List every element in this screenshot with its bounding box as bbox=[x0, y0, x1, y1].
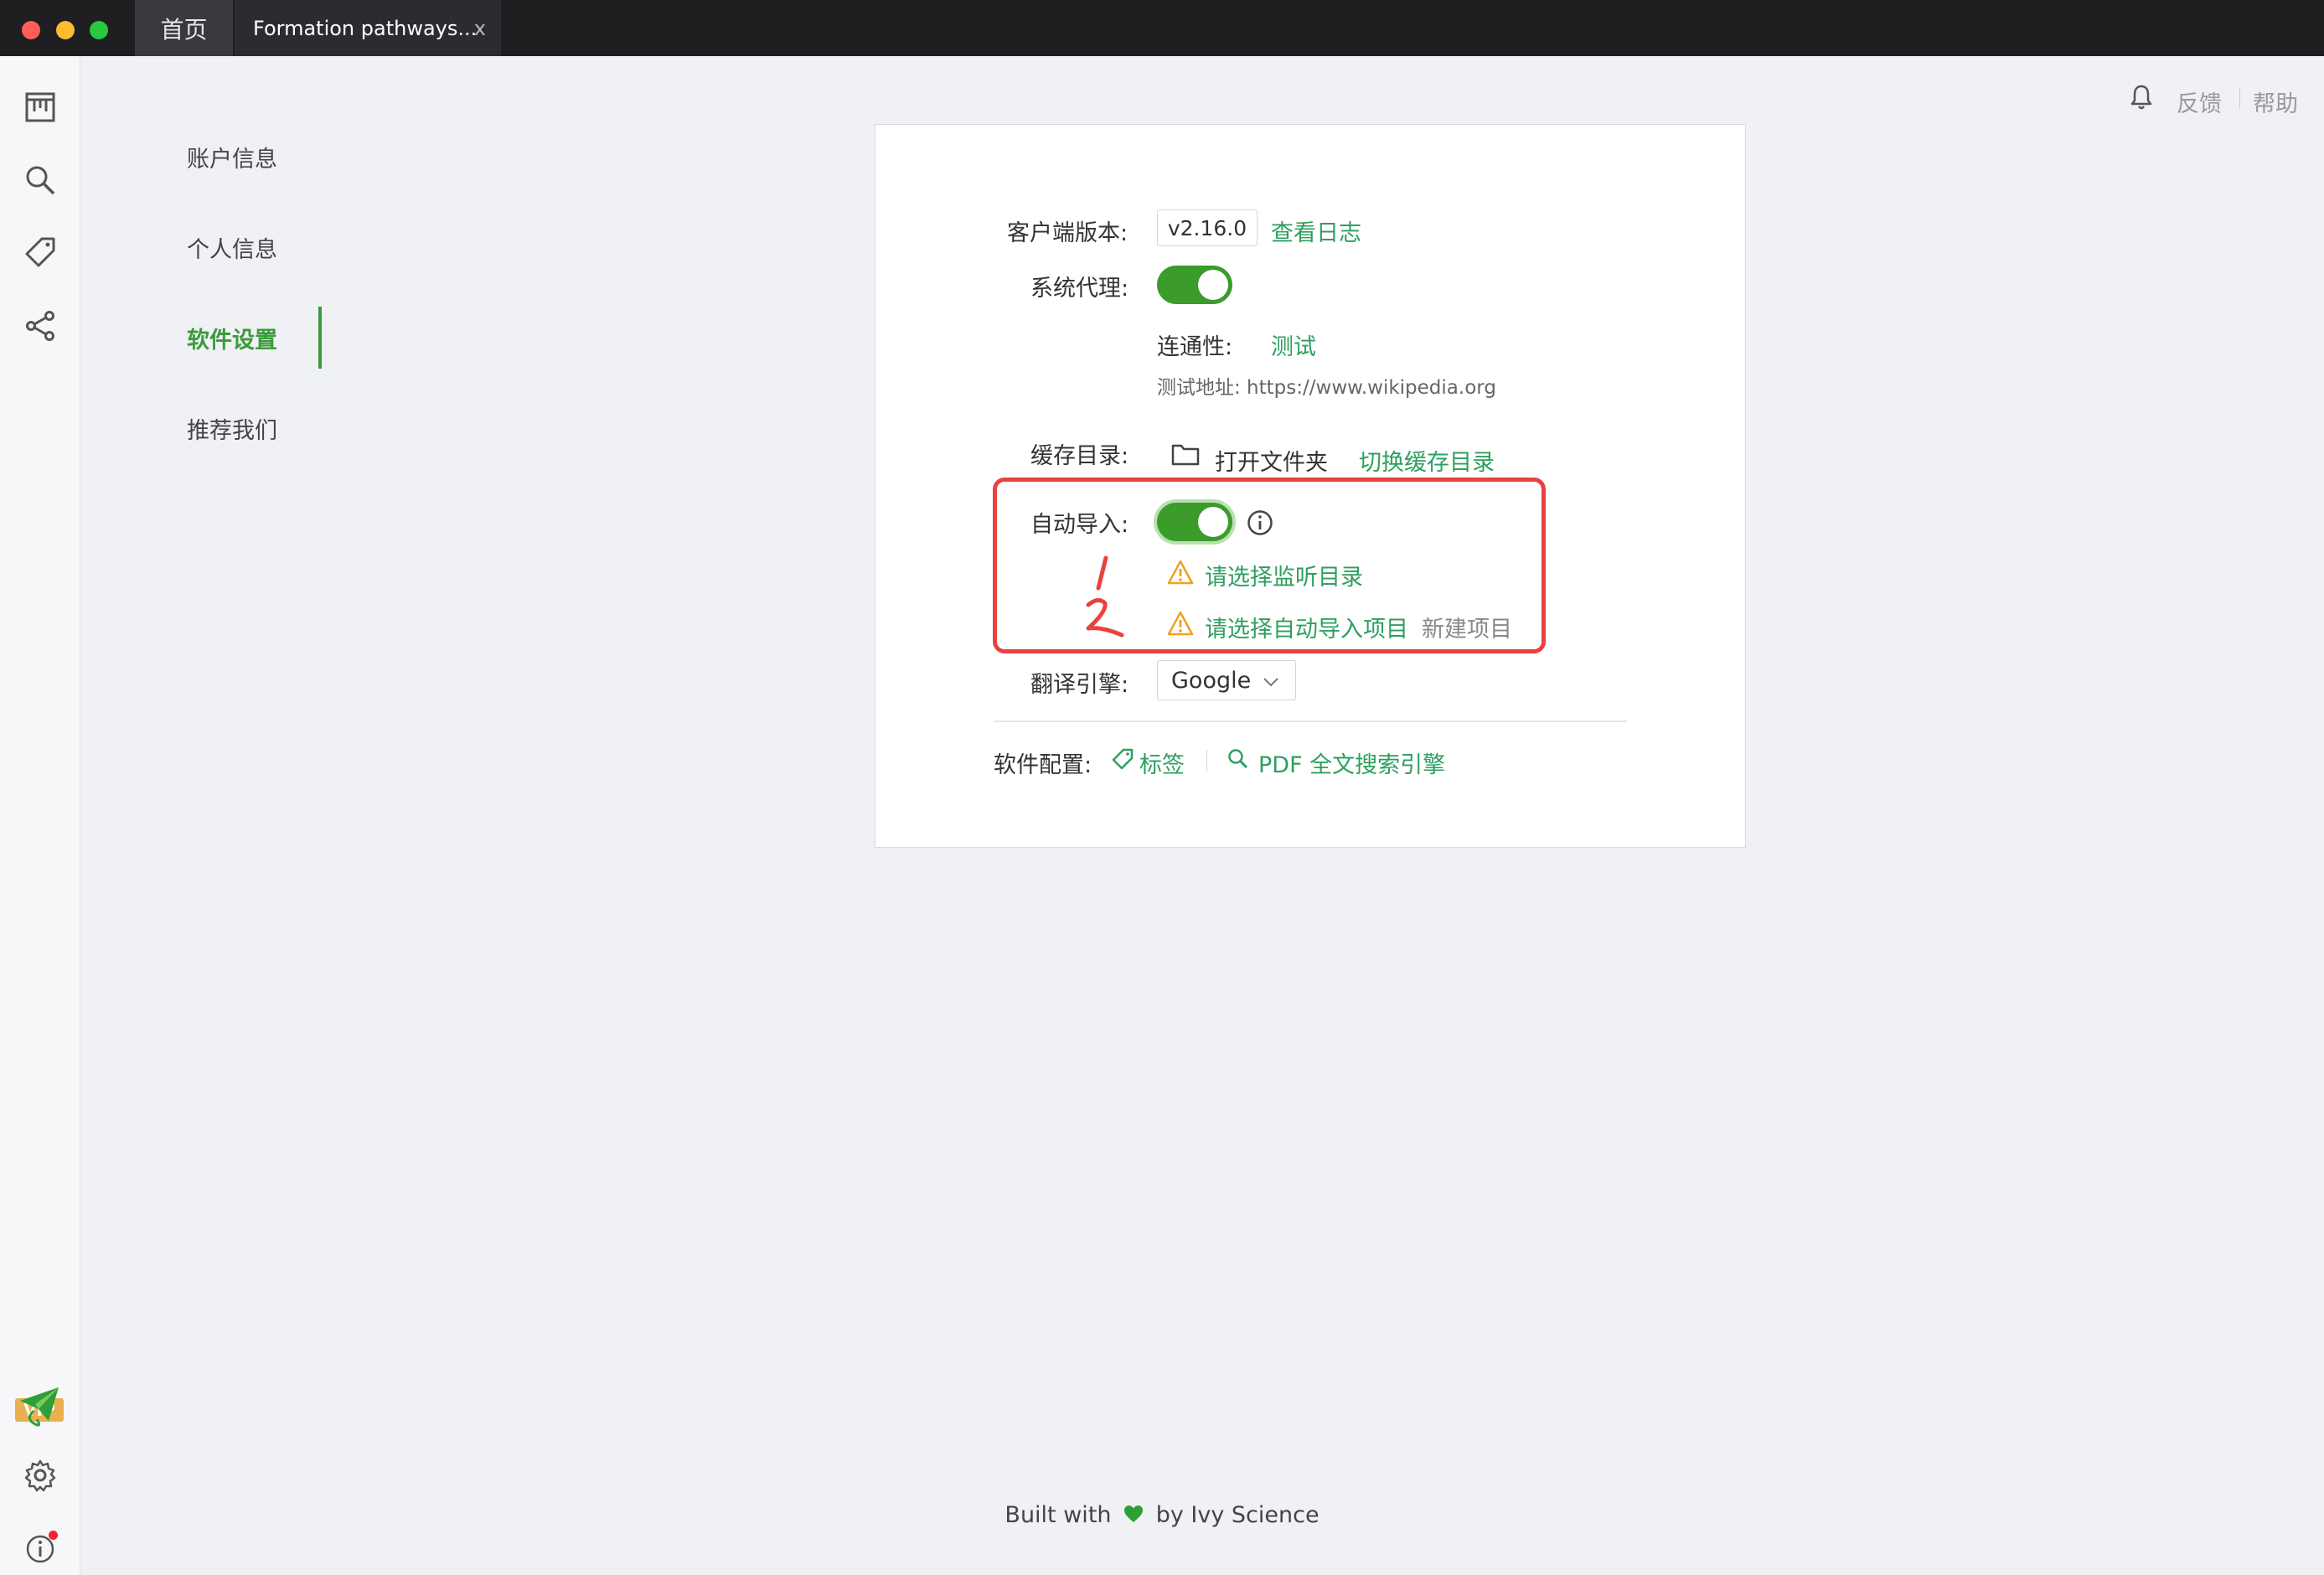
board-icon[interactable] bbox=[22, 89, 59, 126]
view-log-link[interactable]: 查看日志 bbox=[1271, 214, 1361, 247]
test-connectivity-link[interactable]: 测试 bbox=[1271, 328, 1316, 361]
translate-engine-select[interactable]: Google bbox=[1157, 660, 1296, 700]
test-address-text: 测试地址: https://www.wikipedia.org bbox=[1157, 377, 1496, 399]
bell-icon[interactable] bbox=[2130, 84, 2153, 114]
gear-icon[interactable] bbox=[22, 1457, 59, 1494]
nav-active-indicator bbox=[318, 307, 322, 369]
translate-engine-label: 翻译引擎: bbox=[1030, 672, 1129, 698]
cache-dir-label: 缓存目录: bbox=[1030, 443, 1129, 469]
tags-config-link[interactable]: 标签 bbox=[1139, 746, 1185, 779]
open-folder-button[interactable]: 打开文件夹 bbox=[1215, 444, 1328, 477]
auto-import-toggle[interactable] bbox=[1157, 503, 1232, 541]
icon-rail: VIP bbox=[0, 56, 80, 1575]
footer-suffix: by Ivy Science bbox=[1155, 1502, 1320, 1528]
minimize-window-button[interactable] bbox=[56, 21, 75, 39]
annotation-handwritten-numbers bbox=[1077, 553, 1135, 648]
translate-engine-value: Google bbox=[1171, 667, 1252, 694]
new-project-link[interactable]: 新建项目 bbox=[1422, 611, 1512, 643]
warning-icon bbox=[1167, 560, 1194, 588]
footer: Built with by Ivy Science bbox=[0, 1502, 2324, 1529]
share-icon[interactable] bbox=[22, 307, 59, 344]
pdf-search-engine-link[interactable]: PDF 全文搜索引擎 bbox=[1258, 746, 1445, 779]
tab-document[interactable]: Formation pathways... x bbox=[235, 0, 501, 56]
footer-prefix: Built with bbox=[1004, 1502, 1112, 1528]
version-value: v2.16.0 bbox=[1157, 209, 1258, 246]
connectivity-label: 连通性: bbox=[1157, 334, 1233, 360]
toggle-knob bbox=[1198, 507, 1228, 537]
tab-close-button[interactable]: x bbox=[474, 17, 486, 40]
heart-icon bbox=[1123, 1503, 1144, 1529]
version-label: 客户端版本: bbox=[1007, 220, 1128, 246]
software-config-label: 软件配置: bbox=[994, 752, 1092, 778]
nav-personal-info[interactable]: 个人信息 bbox=[187, 231, 277, 264]
plane-logo-icon[interactable] bbox=[17, 1382, 64, 1429]
config-divider bbox=[1206, 750, 1207, 772]
close-window-button[interactable] bbox=[22, 21, 40, 39]
nav-recommend-us[interactable]: 推荐我们 bbox=[187, 412, 277, 445]
info-circle-icon[interactable] bbox=[1247, 509, 1273, 540]
toggle-knob bbox=[1198, 270, 1228, 300]
title-bar: 首页 Formation pathways... x bbox=[0, 0, 2324, 56]
tab-home-label: 首页 bbox=[160, 15, 208, 44]
help-link[interactable]: 帮助 bbox=[2253, 85, 2298, 118]
search-icon[interactable] bbox=[22, 162, 59, 199]
chevron-down-icon bbox=[1262, 671, 1280, 697]
nav-account-info[interactable]: 账户信息 bbox=[187, 141, 277, 173]
folder-icon[interactable] bbox=[1171, 442, 1200, 469]
auto-import-label: 自动导入: bbox=[1030, 512, 1129, 538]
search-small-icon bbox=[1227, 748, 1249, 773]
proxy-label: 系统代理: bbox=[1030, 276, 1129, 302]
select-watch-dir-link[interactable]: 请选择监听目录 bbox=[1205, 559, 1363, 591]
top-divider bbox=[2239, 87, 2240, 109]
tag-icon[interactable] bbox=[22, 234, 59, 271]
nav-software-settings[interactable]: 软件设置 bbox=[187, 322, 277, 354]
warning-icon bbox=[1167, 611, 1194, 639]
tab-document-label: Formation pathways... bbox=[253, 16, 478, 40]
maximize-window-button[interactable] bbox=[90, 21, 108, 39]
switch-cache-dir-link[interactable]: 切换缓存目录 bbox=[1359, 444, 1495, 477]
proxy-toggle[interactable] bbox=[1157, 266, 1232, 304]
section-divider bbox=[994, 720, 1627, 722]
select-import-project-link[interactable]: 请选择自动导入项目 bbox=[1205, 611, 1408, 643]
tag-small-icon bbox=[1112, 748, 1134, 773]
tab-home[interactable]: 首页 bbox=[135, 0, 233, 56]
notification-dot bbox=[49, 1531, 58, 1540]
feedback-link[interactable]: 反馈 bbox=[2177, 85, 2222, 118]
